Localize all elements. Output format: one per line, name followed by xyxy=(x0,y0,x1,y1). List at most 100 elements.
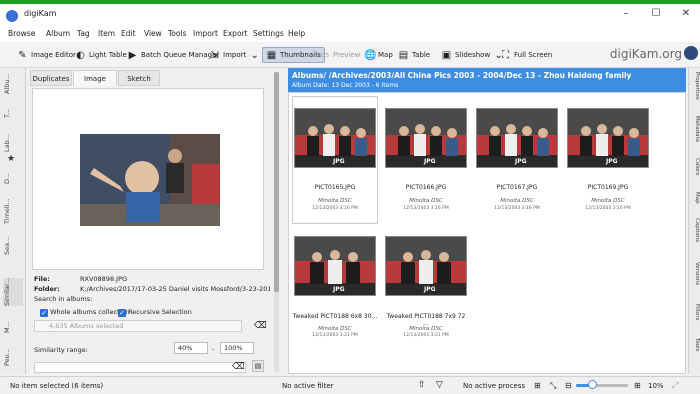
menu-settings[interactable]: Settings xyxy=(253,29,284,38)
album-select-combo[interactable]: 4,635 Albums selected xyxy=(34,320,242,332)
tab-tools[interactable]: Tools xyxy=(690,338,700,366)
tab-captions[interactable]: Captions xyxy=(690,218,700,254)
star-icon: ★ xyxy=(7,154,16,164)
image-editor-label: Image Editor xyxy=(31,51,76,59)
map-label: Map xyxy=(378,51,393,59)
album-path: Albums/ /Archives/2003/All China Pics 20… xyxy=(292,71,632,80)
recursive-selection-checkbox[interactable]: ✓ Recursive Selection xyxy=(118,308,192,317)
digikam-logo-icon xyxy=(684,46,698,60)
similarity-range-label: Similarity range: xyxy=(34,346,88,354)
menu-bar: Browse Album Tag Item Edit View Tools Im… xyxy=(0,26,700,42)
light-table-button[interactable]: ◐ Light Table xyxy=(72,47,130,63)
folder-label: Folder: xyxy=(34,285,60,293)
maximize-button[interactable]: ☐ xyxy=(646,8,666,19)
close-button[interactable]: ✕ xyxy=(676,8,696,19)
reference-photo xyxy=(80,134,220,226)
tab-versions[interactable]: Versions xyxy=(690,262,700,296)
tab-metadata[interactable]: Metadata xyxy=(690,116,700,150)
zoom-fit-icon[interactable]: ⤡ xyxy=(550,381,556,391)
item-camera: Minolta DSC xyxy=(318,198,352,204)
item-filename: PICT0169.JPG xyxy=(587,184,629,191)
menu-browse[interactable]: Browse xyxy=(8,29,35,38)
title-bar: digiKam – ☐ ✕ xyxy=(0,0,700,26)
left-sidebar-tabs: Albu... T... Lab... ★ D... Timeli... Sea… xyxy=(0,68,26,374)
tab-filters[interactable]: Filters xyxy=(690,304,700,332)
tab-search[interactable]: Sea... xyxy=(3,236,23,256)
left-panel-scroll-thumb[interactable] xyxy=(274,72,279,292)
full-screen-icon: ⛶ xyxy=(502,49,509,61)
item-date: 12/13/2003 3:16 PM xyxy=(312,206,358,211)
tab-properties[interactable]: Properties xyxy=(690,72,700,112)
window-title: digiKam xyxy=(24,9,57,18)
clear-icon[interactable]: ⌫ xyxy=(254,321,267,331)
jpg-badge: JPG xyxy=(333,286,345,293)
main-toolbar: ✎ Image Editor ◐ Light Table ▶ Batch Queue … xyxy=(0,42,700,68)
table-button[interactable]: ▤ Table xyxy=(395,47,433,63)
full-screen-label: Full Screen xyxy=(514,51,553,59)
zoom-in-icon[interactable]: ⊞ xyxy=(634,381,641,390)
item-date: 12/13/2003 3:16 PM xyxy=(494,206,540,211)
full-screen-button[interactable]: ⛶ Full Screen xyxy=(497,47,555,63)
zoom-slider-handle[interactable] xyxy=(587,380,597,389)
preview-label: Preview xyxy=(333,51,361,59)
menu-album[interactable]: Album xyxy=(46,29,70,38)
import-icon: ⇲ xyxy=(210,49,219,61)
preview-icon: ▭ xyxy=(319,49,330,61)
item-filename: PICT0166.JPG xyxy=(405,184,447,191)
item-filename: PICT0165.JPG xyxy=(314,184,356,191)
minimize-button[interactable]: – xyxy=(616,8,636,19)
brand-link[interactable]: digiKam.org xyxy=(610,47,682,61)
play-icon: ▶ xyxy=(128,49,137,61)
preview-button[interactable]: ▭ Preview xyxy=(316,47,363,63)
menu-view[interactable]: View xyxy=(144,29,162,38)
menu-help[interactable]: Help xyxy=(288,29,305,38)
zoom-reset-icon[interactable]: ⤢ xyxy=(672,381,678,391)
fit-icon[interactable]: ⊞ xyxy=(534,381,541,390)
selection-status: No item selected (6 items) xyxy=(10,382,104,390)
similarity-max-spinbox[interactable]: 100% xyxy=(220,342,254,354)
map-button[interactable]: 🌐 Map xyxy=(361,47,396,63)
similarity-min-spinbox[interactable]: 40% xyxy=(174,342,208,354)
jpg-badge: JPG xyxy=(515,158,527,165)
checkmark-icon: ✓ xyxy=(40,309,48,317)
tab-timeline[interactable]: Timeli... xyxy=(3,198,23,224)
table-label: Table xyxy=(412,51,431,59)
tab-colors[interactable]: Colors xyxy=(690,158,700,186)
zoom-out-icon[interactable]: ⊟ xyxy=(565,381,572,390)
tab-similarity[interactable]: Similar... xyxy=(3,278,23,306)
whole-albums-checkbox[interactable]: ✓ Whole albums collection xyxy=(40,308,129,317)
tab-people[interactable]: Peo... xyxy=(3,348,23,366)
import-button[interactable]: ⇲ Import ⌄ xyxy=(206,47,263,63)
tab-map[interactable]: M... xyxy=(3,320,23,334)
menu-item[interactable]: Item xyxy=(98,29,115,38)
save-search-icon[interactable]: ▤ xyxy=(252,360,264,372)
menu-edit[interactable]: Edit xyxy=(121,29,136,38)
app-icon xyxy=(6,10,18,22)
clear-search-icon[interactable]: ⌫ xyxy=(232,362,245,372)
item-camera: Minolta DSC xyxy=(409,198,443,204)
album-date: Album Date: 13 Dec 2003 - 6 Items xyxy=(292,82,399,89)
search-in-albums-label: Search in albums: xyxy=(34,295,93,303)
tab-sketch[interactable]: Sketch xyxy=(118,70,160,86)
tab-labels[interactable]: Lab... xyxy=(3,134,23,152)
file-value: RXV08898.JPG xyxy=(80,275,128,283)
search-field[interactable] xyxy=(34,362,246,373)
tab-dates[interactable]: D... xyxy=(3,170,23,186)
tab-tags[interactable]: T... xyxy=(3,106,23,120)
menu-export[interactable]: Export xyxy=(223,29,248,38)
menu-tools[interactable]: Tools xyxy=(168,29,186,38)
menu-import[interactable]: Import xyxy=(193,29,218,38)
tab-right-map[interactable]: Map xyxy=(690,192,700,212)
item-camera: Minolta DSC xyxy=(318,326,352,332)
up-arrow-icon[interactable]: ⇧ xyxy=(418,380,426,390)
tab-albums[interactable]: Albu... xyxy=(3,72,23,96)
menu-tag[interactable]: Tag xyxy=(77,29,90,38)
file-label: File: xyxy=(34,275,50,283)
filter-icon[interactable]: ▽ xyxy=(436,380,443,390)
image-editor-button[interactable]: ✎ Image Editor xyxy=(14,47,79,63)
jpg-badge: JPG xyxy=(333,158,345,165)
jpg-badge: JPG xyxy=(606,158,618,165)
tab-image[interactable]: Image xyxy=(73,70,117,86)
light-table-icon: ◐ xyxy=(76,49,85,61)
tab-duplicates[interactable]: Duplicates xyxy=(30,70,72,86)
